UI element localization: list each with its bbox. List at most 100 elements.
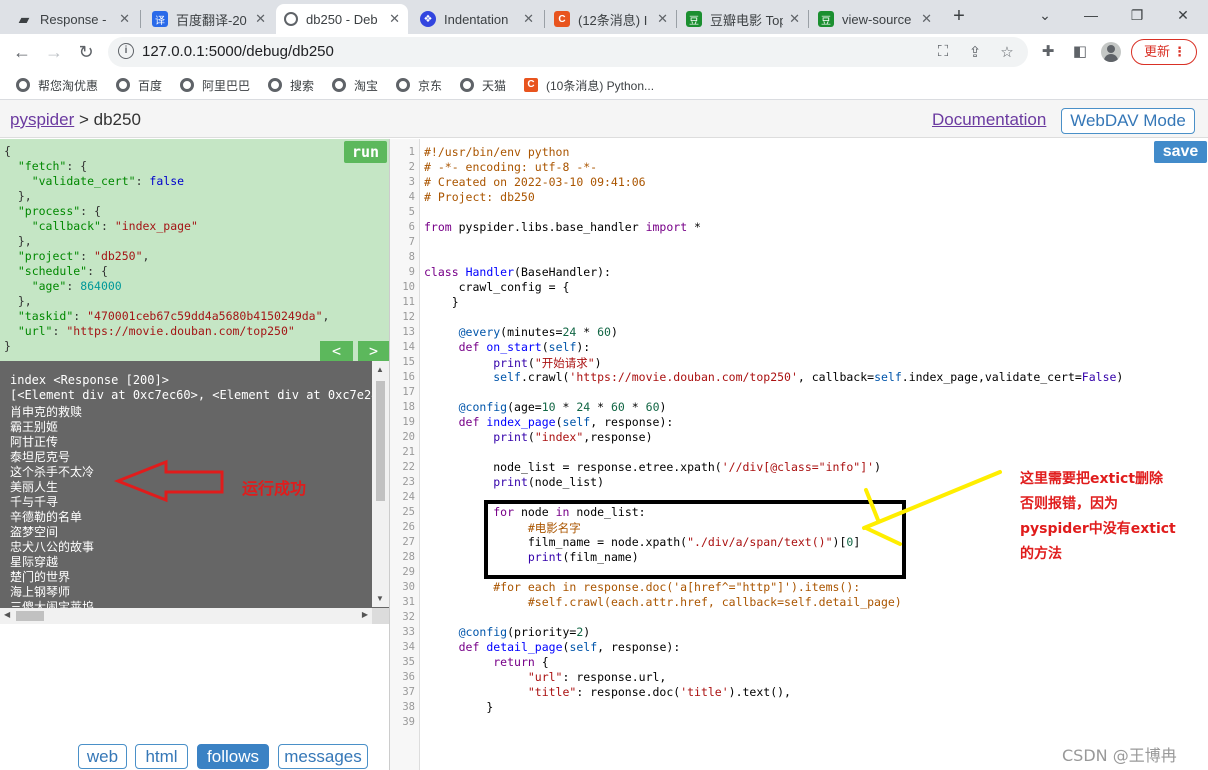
close-icon[interactable]: ✕: [523, 11, 534, 27]
globe-icon: [16, 78, 30, 92]
code-line: self.crawl('https://movie.douban.com/top…: [493, 370, 1124, 384]
close-icon[interactable]: ✕: [789, 11, 800, 27]
close-icon[interactable]: ✕: [255, 11, 266, 27]
tab-response[interactable]: ▰ Response - ✕: [8, 4, 138, 34]
run-button[interactable]: run: [344, 141, 387, 163]
tab-messages[interactable]: messages: [278, 744, 368, 769]
json-line: "taskid": "470001ceb67c59dd4a5680b415024…: [17, 309, 330, 323]
tab-follows[interactable]: follows: [197, 744, 269, 769]
profile-avatar-icon[interactable]: [1101, 42, 1121, 62]
watermark: CSDN @王博冉: [1062, 746, 1177, 765]
line-number: 2: [408, 161, 415, 173]
highlight-box: [484, 500, 906, 579]
tab-separator: [544, 10, 545, 28]
tab-baidu-translate[interactable]: 译 百度翻译-20 ✕: [144, 4, 274, 34]
code-line: print("index",response): [493, 430, 653, 444]
tab-title: (12条消息) I: [578, 12, 648, 28]
next-task-button[interactable]: >: [358, 341, 389, 361]
bookmark-item[interactable]: 搜索: [268, 76, 314, 94]
task-json-editor[interactable]: { "fetch": { "validate_cert": false }, "…: [0, 139, 389, 361]
tab-indentation[interactable]: ❖ Indentation ✕: [412, 4, 542, 34]
tab-db250[interactable]: db250 - Deb ✕: [276, 4, 408, 34]
prev-task-button[interactable]: <: [320, 341, 353, 361]
forward-icon[interactable]: →: [40, 38, 68, 66]
side-panel-icon[interactable]: ◧: [1070, 42, 1090, 62]
bookmark-item[interactable]: 京东: [396, 76, 442, 94]
project-name: db250: [93, 110, 141, 129]
json-line: "schedule": {: [17, 264, 108, 278]
line-number: 8: [408, 251, 415, 263]
line-number: 39: [402, 716, 415, 728]
bookmark-label: 淘宝: [354, 78, 379, 93]
csdn-icon: C: [524, 78, 538, 92]
close-icon[interactable]: ✕: [921, 11, 932, 27]
debug-left-pane: { "fetch": { "validate_cert": false }, "…: [0, 139, 389, 770]
code-line: #for each in response.doc('a[href^="http…: [493, 580, 861, 594]
bookmark-label: 帮您淘优惠: [38, 78, 99, 93]
code-line: #!/usr/bin/env python: [424, 145, 570, 159]
tab-csdn[interactable]: C (12条消息) I ✕: [546, 4, 676, 34]
line-number: 18: [402, 401, 415, 413]
minimize-icon[interactable]: —: [1076, 4, 1106, 26]
tab-title: 百度翻译-20: [176, 12, 247, 28]
line-number: 13: [402, 326, 415, 338]
maximize-icon[interactable]: ❐: [1122, 4, 1152, 26]
bookmark-star-icon[interactable]: ☆: [998, 43, 1016, 61]
tab-title: 豆瓣电影 Top: [710, 12, 784, 28]
close-icon[interactable]: ✕: [657, 11, 668, 27]
address-bar[interactable]: i 127.0.0.1:5000/debug/db250 ⛶ ⇪ ☆: [108, 37, 1028, 67]
close-icon[interactable]: ✕: [389, 11, 400, 27]
share-icon[interactable]: ⇪: [966, 43, 984, 61]
tab-douban-top[interactable]: 豆 豆瓣电影 Top ✕: [678, 4, 808, 34]
output-vertical-scrollbar[interactable]: ▲ ▼: [372, 361, 389, 607]
close-icon[interactable]: ✕: [119, 11, 130, 27]
scroll-left-icon[interactable]: ◀: [4, 610, 10, 619]
extensions-icon[interactable]: ✚: [1038, 42, 1058, 62]
new-tab-button[interactable]: +: [948, 5, 970, 27]
tab-web[interactable]: web: [78, 744, 127, 769]
code-line: "url": response.url,: [527, 670, 667, 684]
tab-html[interactable]: html: [135, 744, 188, 769]
tab-title: view-source: [842, 11, 912, 27]
scroll-right-icon[interactable]: ▶: [362, 610, 368, 619]
bookmark-item[interactable]: 天猫: [460, 76, 506, 94]
tab-separator: [808, 10, 809, 28]
scrollbar-thumb[interactable]: [376, 381, 385, 501]
scroll-up-icon[interactable]: ▲: [376, 365, 384, 374]
update-button[interactable]: 更新 ⋮: [1131, 39, 1197, 65]
back-icon[interactable]: ←: [8, 38, 36, 66]
code-line: # Created on 2022-03-10 09:41:06: [424, 175, 646, 189]
webdav-mode-button[interactable]: WebDAV Mode: [1061, 108, 1195, 134]
bookmark-item[interactable]: C (10条消息) Python...: [524, 76, 654, 94]
json-line: },: [4, 234, 32, 248]
code-line: node_list = response.etree.xpath('//div[…: [493, 460, 881, 474]
info-icon[interactable]: i: [118, 43, 134, 59]
tab-view-source[interactable]: 豆 view-source ✕: [810, 4, 940, 34]
save-button[interactable]: save: [1154, 141, 1207, 163]
code-line: @config(age=10 * 24 * 60 * 60): [458, 400, 667, 414]
line-number: 28: [402, 551, 415, 563]
json-line: {: [4, 144, 11, 158]
bookmark-item[interactable]: 百度: [116, 76, 162, 94]
output-horizontal-scrollbar[interactable]: ◀ ▶: [0, 608, 372, 624]
close-window-icon[interactable]: ✕: [1168, 4, 1198, 26]
tab-search-icon[interactable]: ⌄: [1030, 4, 1060, 26]
code-editor[interactable]: 1 2 3 4 5 6 7 8 9 10 11 12 13 14 15 16 17 18 19 20 21 22 23 24 2…: [389, 139, 1208, 770]
bookmark-item[interactable]: 阿里巴巴: [180, 76, 250, 94]
line-number: 15: [402, 356, 415, 368]
line-number: 12: [402, 311, 415, 323]
reload-icon[interactable]: ↻: [72, 38, 100, 66]
bookmark-item[interactable]: 帮您淘优惠: [16, 76, 98, 94]
pyspider-home-link[interactable]: pyspider: [10, 110, 74, 129]
breadcrumb-separator: >: [74, 110, 94, 129]
tab-title: db250 - Deb: [306, 11, 378, 27]
url-text[interactable]: 127.0.0.1:5000/debug/db250: [142, 43, 334, 60]
scrollbar-thumb[interactable]: [16, 611, 44, 621]
line-number: 35: [402, 656, 415, 668]
scroll-down-icon[interactable]: ▼: [376, 594, 384, 603]
bookmark-item[interactable]: 淘宝: [332, 76, 378, 94]
documentation-link[interactable]: Documentation: [932, 110, 1046, 130]
translate-icon[interactable]: ⛶: [934, 43, 952, 60]
scrollbar-corner: [372, 608, 389, 624]
code-line: def on_start(self):: [458, 340, 591, 354]
